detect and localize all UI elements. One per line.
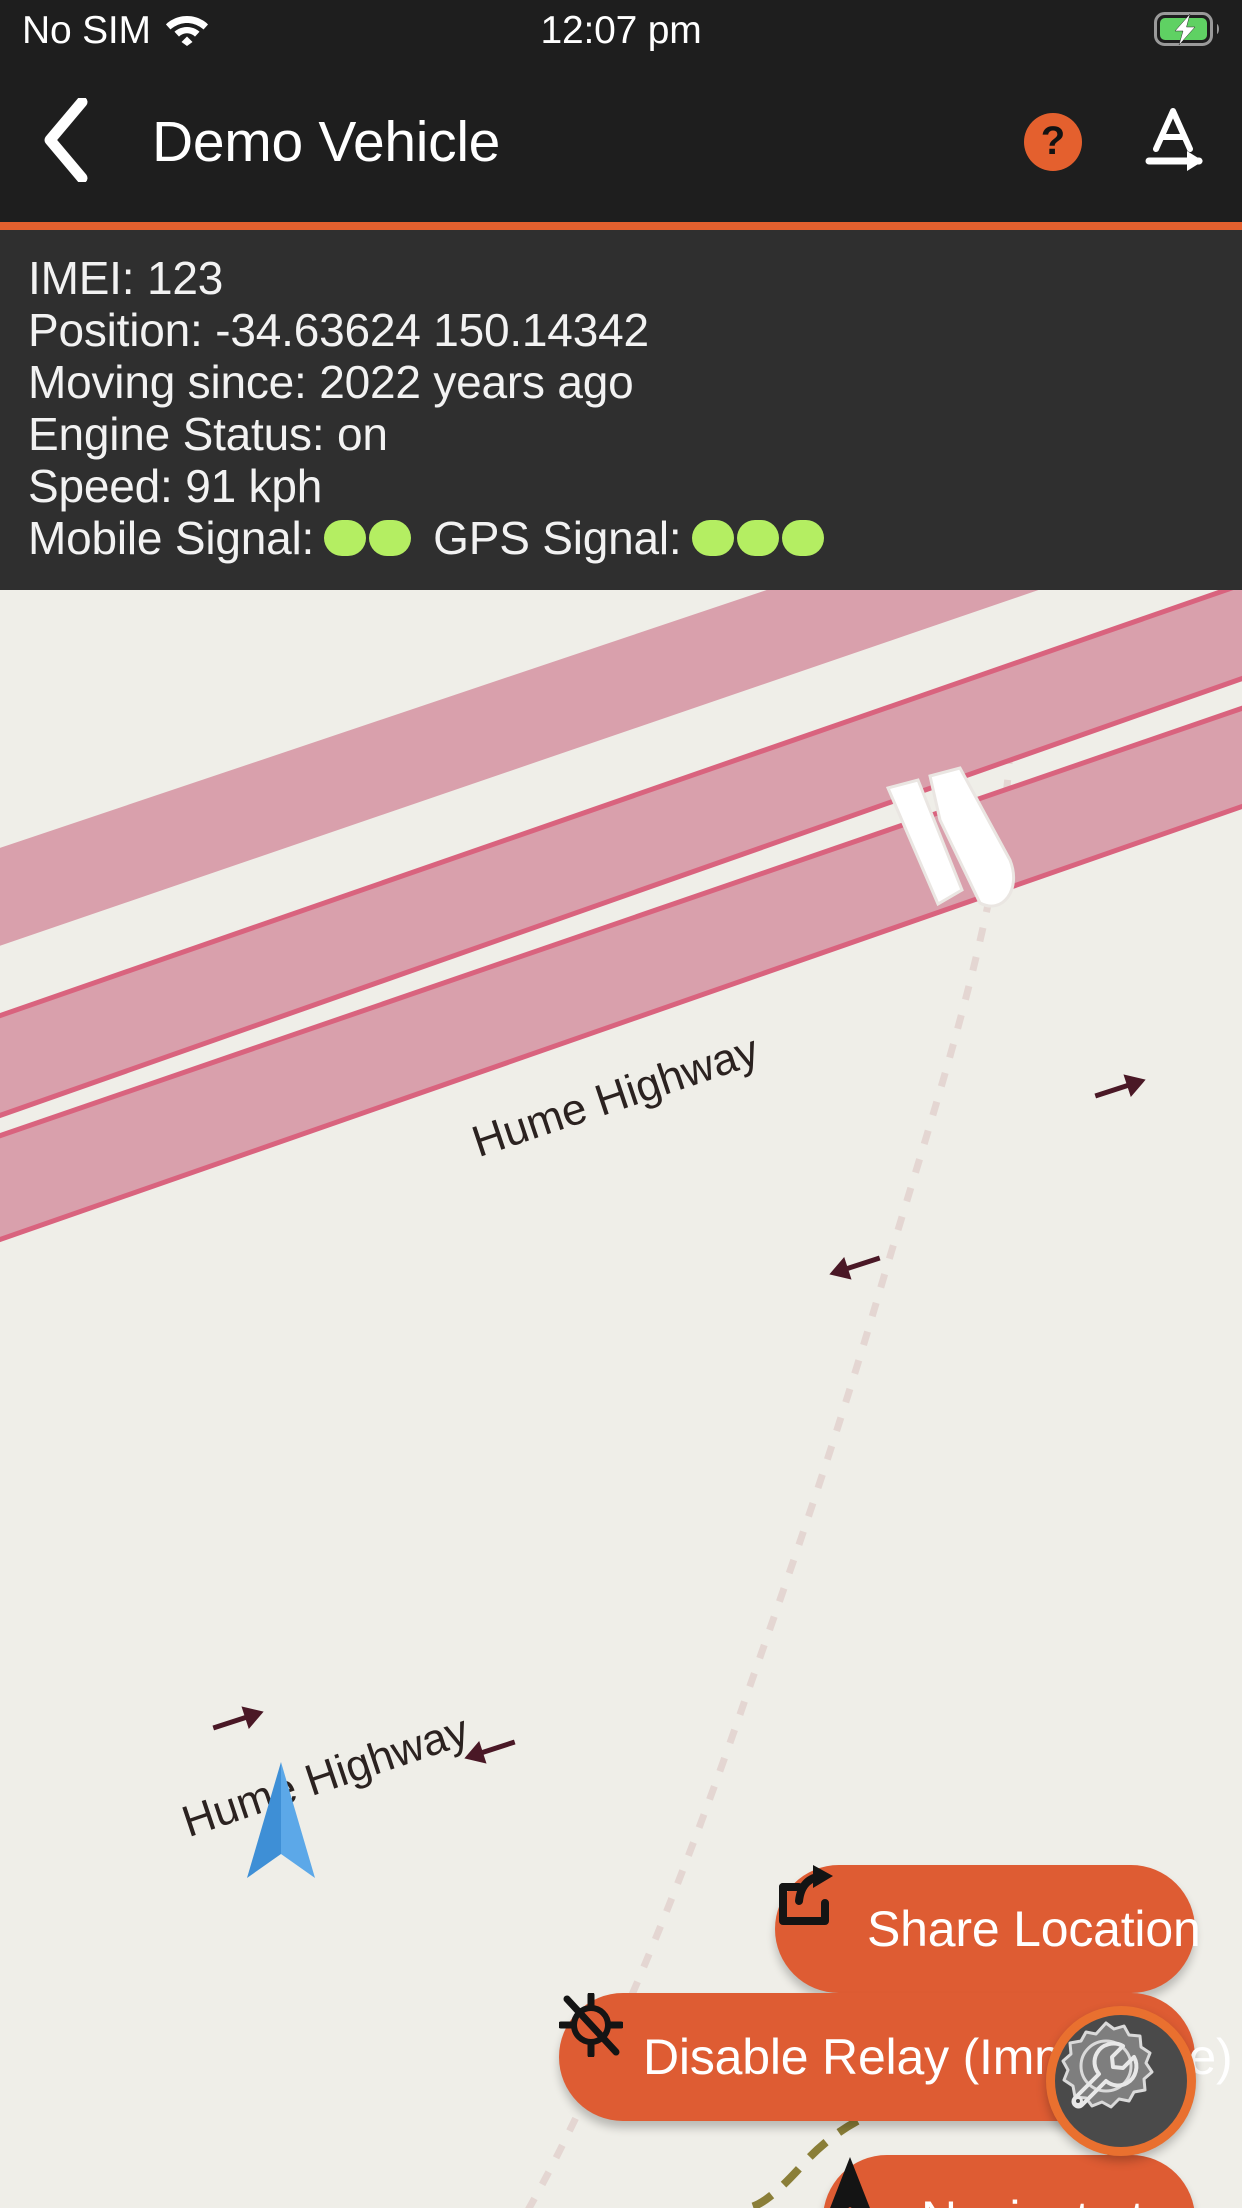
signal-dot [736,520,779,556]
info-row-engine-status: Engine Status: on [28,408,1214,460]
vehicle-info-panel: IMEI: 123 Position: -34.63624 150.14342 … [0,230,1242,590]
imei-label: IMEI: [28,252,135,304]
speed-value: 91 kph [185,460,323,512]
signal-dot [369,520,412,556]
imei-value: 123 [146,252,224,304]
text-size-button[interactable] [1138,104,1214,180]
info-row-moving-since: Moving since: 2022 years ago [28,356,1214,408]
info-row-imei: IMEI: 123 [28,252,1214,304]
help-button[interactable]: ? [1024,113,1082,171]
chevron-left-icon [40,96,90,187]
speed-label: Speed: [28,460,173,512]
back-button[interactable] [28,94,102,190]
status-bar-right [1154,11,1220,51]
position-value: -34.63624 150.14342 [215,304,649,356]
question-mark-icon: ? [1040,119,1066,163]
app-header: Demo Vehicle ? [0,62,1242,222]
position-label: Position: [28,304,203,356]
battery-charging-icon [1154,11,1220,51]
signal-dot [691,520,734,556]
header-divider [0,222,1242,230]
moving-since-value: 2022 years ago [319,356,634,408]
highway-direction-arrows [212,1074,1146,1764]
text-translate-icon [1143,105,1209,180]
moving-since-label: Moving since: [28,356,307,408]
info-row-position: Position: -34.63624 150.14342 [28,304,1214,356]
signal-dot [781,520,824,556]
page-title: Demo Vehicle [152,110,501,174]
gps-signal-label: GPS Signal: [433,512,682,564]
share-location-button[interactable]: Share Location [775,1865,1201,1993]
navigate-to-label: Navigate to [921,2190,1172,2208]
settings-fab-button[interactable] [1046,2006,1196,2156]
engine-status-label: Engine Status: [28,408,325,460]
app-screen: No SIM 12:07 pm Demo Vehicle ? IMEI: 123… [0,0,1242,2208]
status-bar: No SIM 12:07 pm [0,0,1242,62]
navigate-to-button[interactable]: Navigate to [823,2155,1195,2208]
mobile-signal-label: Mobile Signal: [28,512,315,564]
engine-status-value: on [337,408,388,460]
mobile-signal-indicator [324,520,412,556]
info-row-speed: Speed: 91 kph [28,460,1214,512]
share-location-label: Share Location [867,1901,1201,1957]
map-view[interactable]: Hume Highway Hume Highway Share Location [0,590,1242,2208]
clock-label: 12:07 pm [540,9,702,52]
info-row-signals: Mobile Signal: GPS Signal: [28,512,1214,564]
signal-dot [324,520,367,556]
gps-signal-indicator [691,520,824,556]
